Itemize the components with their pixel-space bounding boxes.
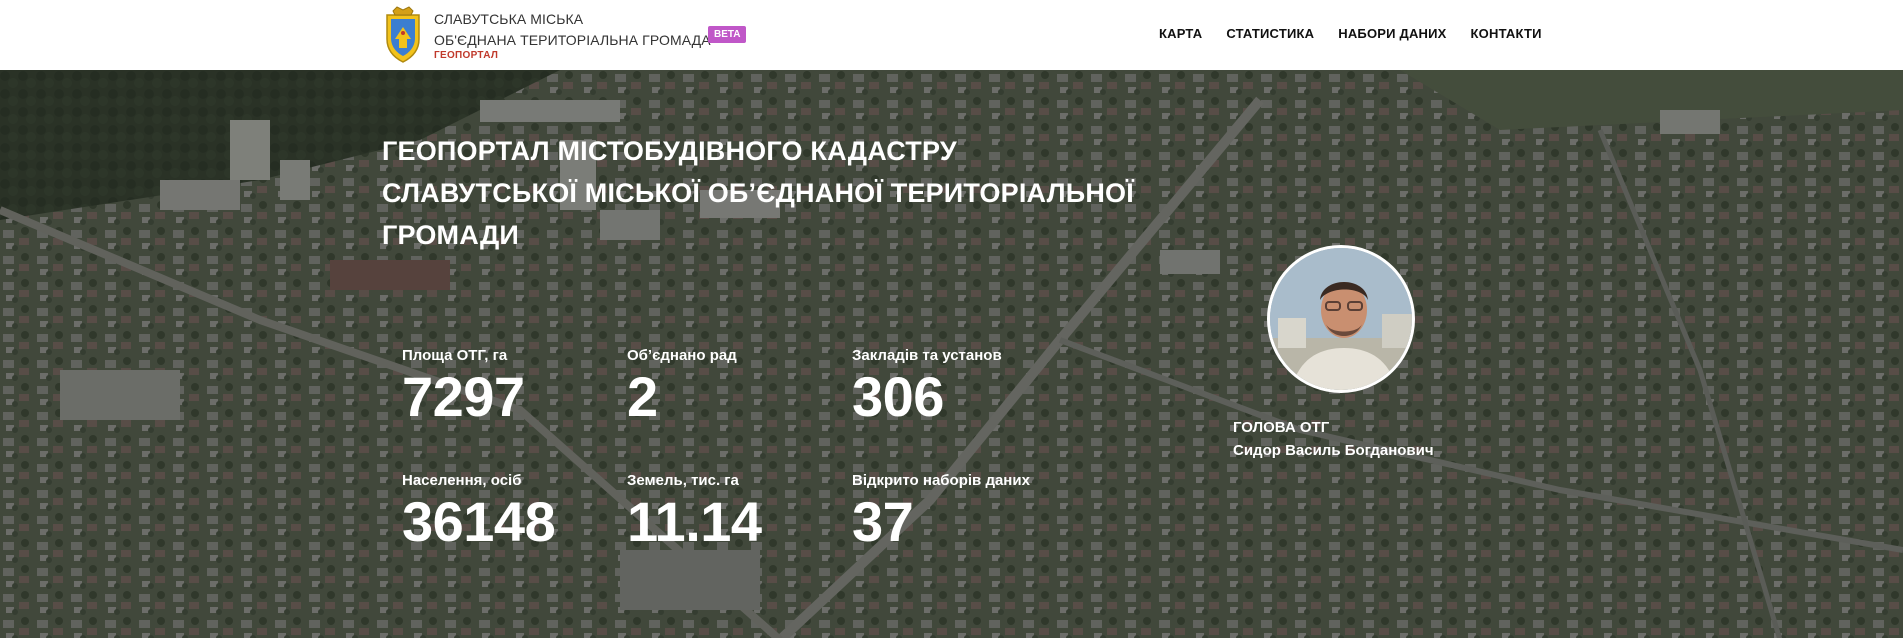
stat-datasets: Відкрито наборів даних 37 — [852, 472, 1030, 553]
brand-line-1: СЛАВУТСЬКА МІСЬКА — [434, 11, 584, 27]
head-avatar — [1267, 245, 1415, 393]
site-header: СЛАВУТСЬКА МІСЬКА ОБ'ЄДНАНА ТЕРИТОРІАЛЬН… — [0, 0, 1903, 70]
stat-councils: Об’єднано рад 2 — [627, 347, 737, 428]
brand-block[interactable]: СЛАВУТСЬКА МІСЬКА ОБ'ЄДНАНА ТЕРИТОРІАЛЬН… — [434, 9, 711, 61]
brand-line-2: ОБ'ЄДНАНА ТЕРИТОРІАЛЬНА ГРОМАДА — [434, 32, 711, 48]
stat-label: Населення, осіб — [402, 472, 522, 489]
head-info: ГОЛОВА ОТГ Сидор Василь Богданович — [1233, 416, 1434, 462]
nav-datasets-link[interactable]: НАБОРИ ДАНИХ — [1338, 26, 1446, 41]
stat-value: 36148 — [402, 490, 556, 553]
stat-value: 2 — [627, 365, 658, 428]
head-title: ГОЛОВА ОТГ — [1233, 419, 1330, 436]
stat-label: Закладів та установ — [852, 347, 1002, 364]
stat-label: Площа ОТГ, га — [402, 347, 508, 364]
stat-value: 7297 — [402, 365, 525, 428]
stat-institutions: Закладів та установ 306 — [852, 347, 1002, 428]
stat-area: Площа ОТГ, га 7297 — [402, 347, 525, 428]
nav-statistics-link[interactable]: СТАТИСТИКА — [1226, 26, 1314, 41]
stat-label: Земель, тис. га — [627, 472, 739, 489]
stat-value: 37 — [852, 490, 914, 553]
stat-land: Земель, тис. га 11.14 — [627, 472, 762, 553]
page-title: ГЕОПОРТАЛ МІСТОБУДІВНОГО КАДАСТРУ СЛАВУТ… — [382, 136, 1134, 250]
portrait-photo — [1270, 248, 1412, 390]
main-nav: КАРТА СТАТИСТИКА НАБОРИ ДАНИХ КОНТАКТИ — [1159, 26, 1542, 41]
stat-value: 306 — [852, 365, 944, 428]
coat-of-arms-icon[interactable] — [381, 5, 425, 65]
head-name: Сидор Василь Богданович — [1233, 442, 1434, 459]
nav-contacts-link[interactable]: КОНТАКТИ — [1471, 26, 1542, 41]
stat-population: Населення, осіб 36148 — [402, 472, 556, 553]
geoportal-label: ГЕОПОРТАЛ — [434, 50, 499, 61]
stat-label: Об’єднано рад — [627, 347, 737, 364]
stat-label: Відкрито наборів даних — [852, 472, 1030, 489]
stat-value: 11.14 — [627, 490, 762, 553]
beta-badge: BETA — [708, 26, 747, 43]
nav-map-link[interactable]: КАРТА — [1159, 26, 1202, 41]
